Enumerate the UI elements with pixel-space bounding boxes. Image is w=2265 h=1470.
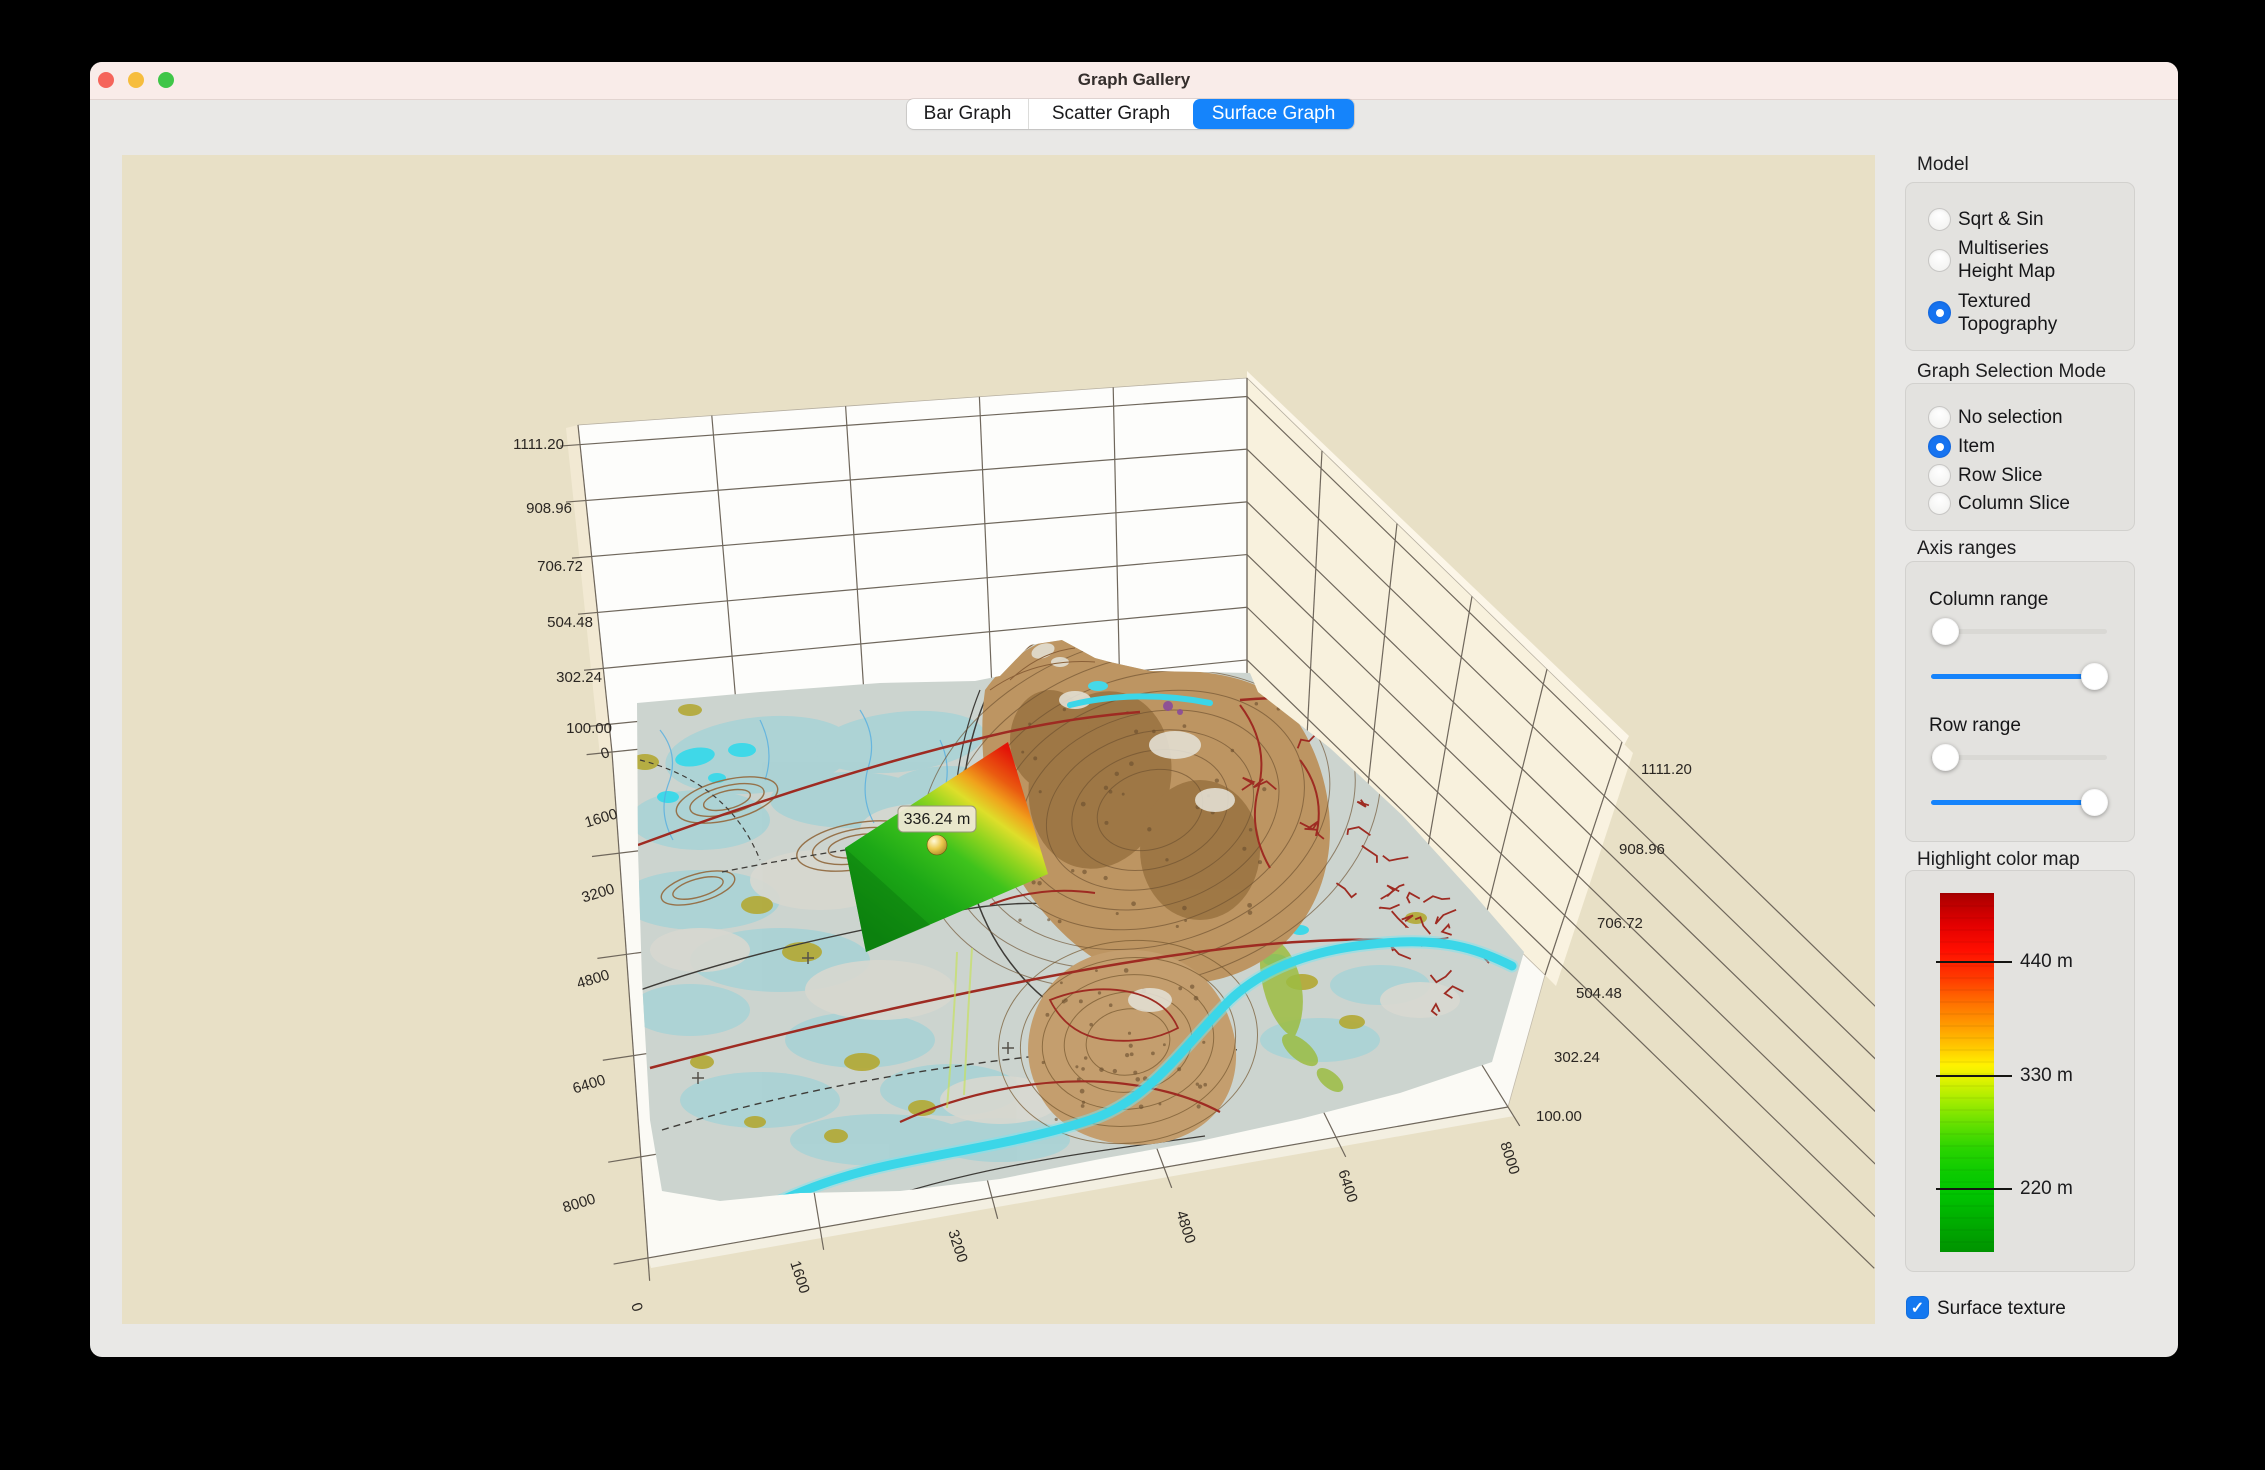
tab-bar-graph[interactable]: Bar Graph <box>907 99 1029 129</box>
row-tick: 4800 <box>575 966 612 992</box>
row-tick: 3200 <box>580 880 617 906</box>
color-map-tick-330-label: 330 m <box>2020 1065 2073 1087</box>
graph-type-tabs: Bar Graph Scatter Graph Surface Graph <box>907 99 1354 129</box>
col-tick: 4800 <box>1172 1209 1198 1246</box>
color-map-tick-220-label: 220 m <box>2020 1178 2073 1200</box>
radio-sqrt-sin-label[interactable]: Sqrt & Sin <box>1958 208 2044 231</box>
radio-multiseries-heightmap[interactable] <box>1928 249 1951 272</box>
radio-textured-label-line2[interactable]: Topography <box>1958 313 2057 336</box>
model-group-label: Model <box>1917 154 1969 176</box>
color-map-tick-330 <box>1936 1075 2012 1077</box>
y-tick-left: 100.00 <box>566 720 612 737</box>
selection-tooltip: 336.24 m <box>898 806 976 832</box>
col-tick: 0 <box>627 1301 646 1314</box>
y-tick-right: 1111.20 <box>1641 761 1692 778</box>
radio-sqrt-sin[interactable] <box>1928 208 1951 231</box>
color-map-group-label: Highlight color map <box>1917 849 2080 871</box>
col-tick: 6400 <box>1334 1168 1360 1205</box>
radio-item[interactable] <box>1928 435 1951 458</box>
y-tick-right: 706.72 <box>1597 915 1643 932</box>
tooltip-value: 336.24 m <box>904 811 971 828</box>
surface-chart-canvas[interactable]: 336.24 m 1111.20 908.96 706.72 504.48 30… <box>122 155 1875 1324</box>
radio-textured-label-line1[interactable]: Textured <box>1958 290 2031 313</box>
y-tick-right: 908.96 <box>1619 841 1665 858</box>
y-tick-right: 100.00 <box>1536 1108 1582 1125</box>
radio-column-slice[interactable] <box>1928 492 1951 515</box>
glacier-stream <box>1088 681 1108 691</box>
y-tick-left: 1111.20 <box>513 436 564 453</box>
urban-marker <box>1177 709 1183 715</box>
surface-texture-checkbox-label[interactable]: Surface texture <box>1937 1298 2066 1320</box>
selection-mode-group-label: Graph Selection Mode <box>1917 361 2106 383</box>
desktop: Graph Gallery Bar Graph Scatter Graph Su… <box>0 0 2265 1470</box>
y-tick-left: 908.96 <box>526 500 572 517</box>
y-tick-right: 302.24 <box>1554 1049 1600 1066</box>
color-map-gradient <box>1940 893 1994 1252</box>
radio-multiseries-label-line2[interactable]: Height Map <box>1958 260 2055 283</box>
y-tick-left: 706.72 <box>537 558 583 575</box>
column-min-slider-thumb[interactable] <box>1932 618 1959 645</box>
surface-3d-scene: 336.24 m 1111.20 908.96 706.72 504.48 30… <box>122 155 1875 1324</box>
col-tick: 8000 <box>1496 1140 1522 1177</box>
row-tick: 8000 <box>561 1190 598 1216</box>
radio-row-slice[interactable] <box>1928 464 1951 487</box>
radio-textured-topography[interactable] <box>1928 301 1951 324</box>
radio-multiseries-label-line1[interactable]: Multiseries <box>1958 237 2049 260</box>
column-max-slider-thumb[interactable] <box>2081 663 2108 690</box>
row-tick: 1600 <box>583 805 620 831</box>
axis-ranges-group-label: Axis ranges <box>1917 538 2016 560</box>
col-tick: 1600 <box>786 1259 812 1296</box>
tab-scatter-graph[interactable]: Scatter Graph <box>1029 99 1193 129</box>
y-tick-left: 504.48 <box>547 614 593 631</box>
radio-no-selection[interactable] <box>1928 406 1951 429</box>
surface-texture-checkbox[interactable]: ✓ <box>1906 1296 1929 1319</box>
urban-marker <box>1163 701 1173 711</box>
row-tick: 6400 <box>571 1071 608 1097</box>
row-range-label: Row range <box>1929 714 2021 737</box>
radio-no-selection-label[interactable]: No selection <box>1958 406 2063 429</box>
radio-item-label[interactable]: Item <box>1958 435 1995 458</box>
row-min-slider-thumb[interactable] <box>1932 744 1959 771</box>
color-map-tick-440-label: 440 m <box>2020 951 2073 973</box>
tab-surface-graph[interactable]: Surface Graph <box>1193 99 1354 129</box>
selected-item-ball[interactable] <box>927 835 947 855</box>
col-tick: 3200 <box>944 1228 970 1265</box>
color-map-tick-220 <box>1936 1188 2012 1190</box>
column-range-label: Column range <box>1929 588 2048 611</box>
window-title: Graph Gallery <box>90 70 2178 90</box>
radio-column-slice-label[interactable]: Column Slice <box>1958 492 2070 515</box>
color-map-tick-440 <box>1936 961 2012 963</box>
y-tick-right: 504.48 <box>1576 985 1622 1002</box>
row-max-slider-thumb[interactable] <box>2081 789 2108 816</box>
radio-row-slice-label[interactable]: Row Slice <box>1958 464 2042 487</box>
y-tick-left: 302.24 <box>556 669 602 686</box>
